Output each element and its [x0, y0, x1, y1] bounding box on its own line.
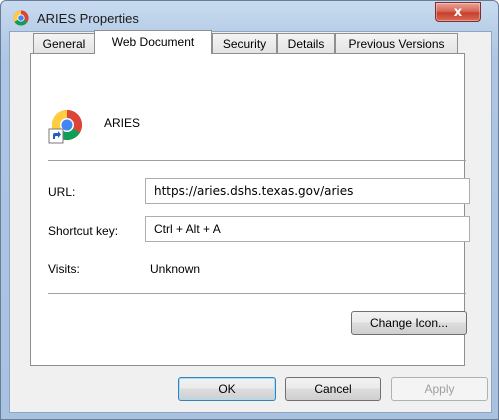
shortcut-name: ARIES [104, 116, 141, 130]
close-icon: x [453, 4, 463, 20]
title-bar[interactable]: ARIES Properties x [1, 1, 498, 31]
url-field[interactable]: https://aries.dshs.texas.gov/aries [145, 178, 470, 204]
shortcut-key-label: Shortcut key: [48, 224, 119, 238]
close-button[interactable]: x [435, 2, 481, 22]
tab-previous-versions[interactable]: Previous Versions [335, 33, 458, 53]
cancel-button[interactable]: Cancel [285, 377, 381, 401]
tab-general[interactable]: General [33, 33, 95, 53]
chrome-shortcut-icon [48, 110, 83, 144]
visits-value: Unknown [150, 262, 201, 276]
change-icon-button[interactable]: Change Icon... [351, 311, 467, 335]
window-title: ARIES Properties [37, 11, 139, 26]
apply-button[interactable]: Apply [391, 377, 488, 401]
tab-details[interactable]: Details [277, 33, 335, 53]
chrome-icon [13, 10, 29, 26]
shortcut-key-field[interactable]: Ctrl + Alt + A [145, 216, 470, 242]
divider-bottom [48, 293, 466, 294]
tab-web-document[interactable]: Web Document [94, 30, 212, 54]
divider-top [48, 160, 466, 161]
visits-label: Visits: [48, 262, 80, 276]
url-label: URL: [48, 185, 76, 199]
ok-button[interactable]: OK [178, 377, 276, 401]
tab-security[interactable]: Security [212, 33, 277, 53]
